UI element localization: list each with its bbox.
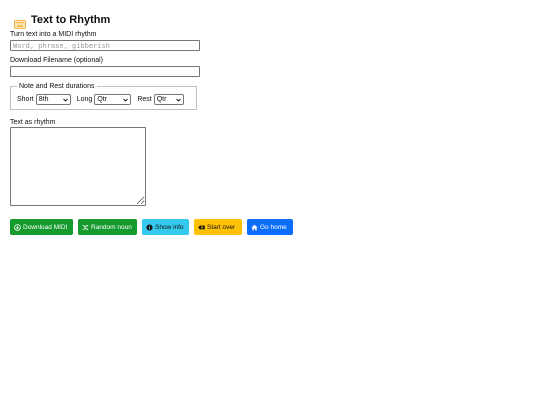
short-duration-value: 8th bbox=[38, 96, 49, 103]
long-duration-select[interactable]: Qtr bbox=[94, 94, 132, 105]
page-title: Text to Rhythm bbox=[31, 14, 111, 26]
action-buttons: Download MIDI Random noun Show info Star… bbox=[10, 219, 530, 235]
go-home-label: Go home bbox=[260, 223, 287, 231]
random-noun-label: Random noun bbox=[91, 223, 132, 231]
chevron-down-icon bbox=[175, 98, 181, 102]
title-row: Text to Rhythm bbox=[10, 13, 530, 29]
chevron-down-icon bbox=[123, 98, 129, 102]
keyboard-icon bbox=[14, 16, 26, 29]
text-input[interactable] bbox=[10, 40, 200, 51]
chevron-down-icon bbox=[62, 98, 68, 102]
show-info-button[interactable]: Show info bbox=[142, 219, 189, 235]
home-icon bbox=[251, 224, 258, 230]
durations-row: Short 8th Long Qtr Rest Qtr bbox=[17, 94, 190, 105]
shuffle-icon bbox=[82, 224, 89, 230]
filename-input[interactable] bbox=[10, 66, 200, 77]
rest-duration-select[interactable]: Qtr bbox=[153, 94, 184, 105]
erase-icon bbox=[198, 225, 205, 229]
start-over-label: Start over bbox=[207, 223, 236, 231]
show-info-label: Show info bbox=[155, 223, 184, 231]
download-midi-label: Download MIDI bbox=[23, 223, 68, 231]
long-label: Long bbox=[76, 96, 93, 103]
info-icon bbox=[146, 223, 153, 231]
download-icon bbox=[14, 223, 21, 231]
start-over-button[interactable]: Start over bbox=[194, 219, 242, 235]
app-container: Text to Rhythm Turn text into a MIDI rhy… bbox=[10, 13, 530, 235]
short-duration-select[interactable]: 8th bbox=[35, 94, 71, 105]
durations-legend: Note and Rest durations bbox=[19, 83, 95, 90]
download-midi-button[interactable]: Download MIDI bbox=[10, 219, 73, 235]
rhythm-output-textarea[interactable] bbox=[10, 127, 146, 206]
random-noun-button[interactable]: Random noun bbox=[78, 219, 137, 235]
filename-label: Download Filename (optional) bbox=[10, 57, 103, 64]
long-duration-value: Qtr bbox=[97, 96, 108, 103]
text-input-label: Turn text into a MIDI rhythm bbox=[10, 31, 97, 38]
durations-fieldset: Note and Rest durations Short 8th Long Q… bbox=[10, 83, 197, 110]
rest-label: Rest bbox=[137, 96, 152, 103]
short-label: Short bbox=[17, 96, 34, 103]
rest-duration-value: Qtr bbox=[156, 96, 167, 103]
rhythm-output-label: Text as rhythm bbox=[10, 119, 56, 126]
go-home-button[interactable]: Go home bbox=[247, 219, 293, 235]
